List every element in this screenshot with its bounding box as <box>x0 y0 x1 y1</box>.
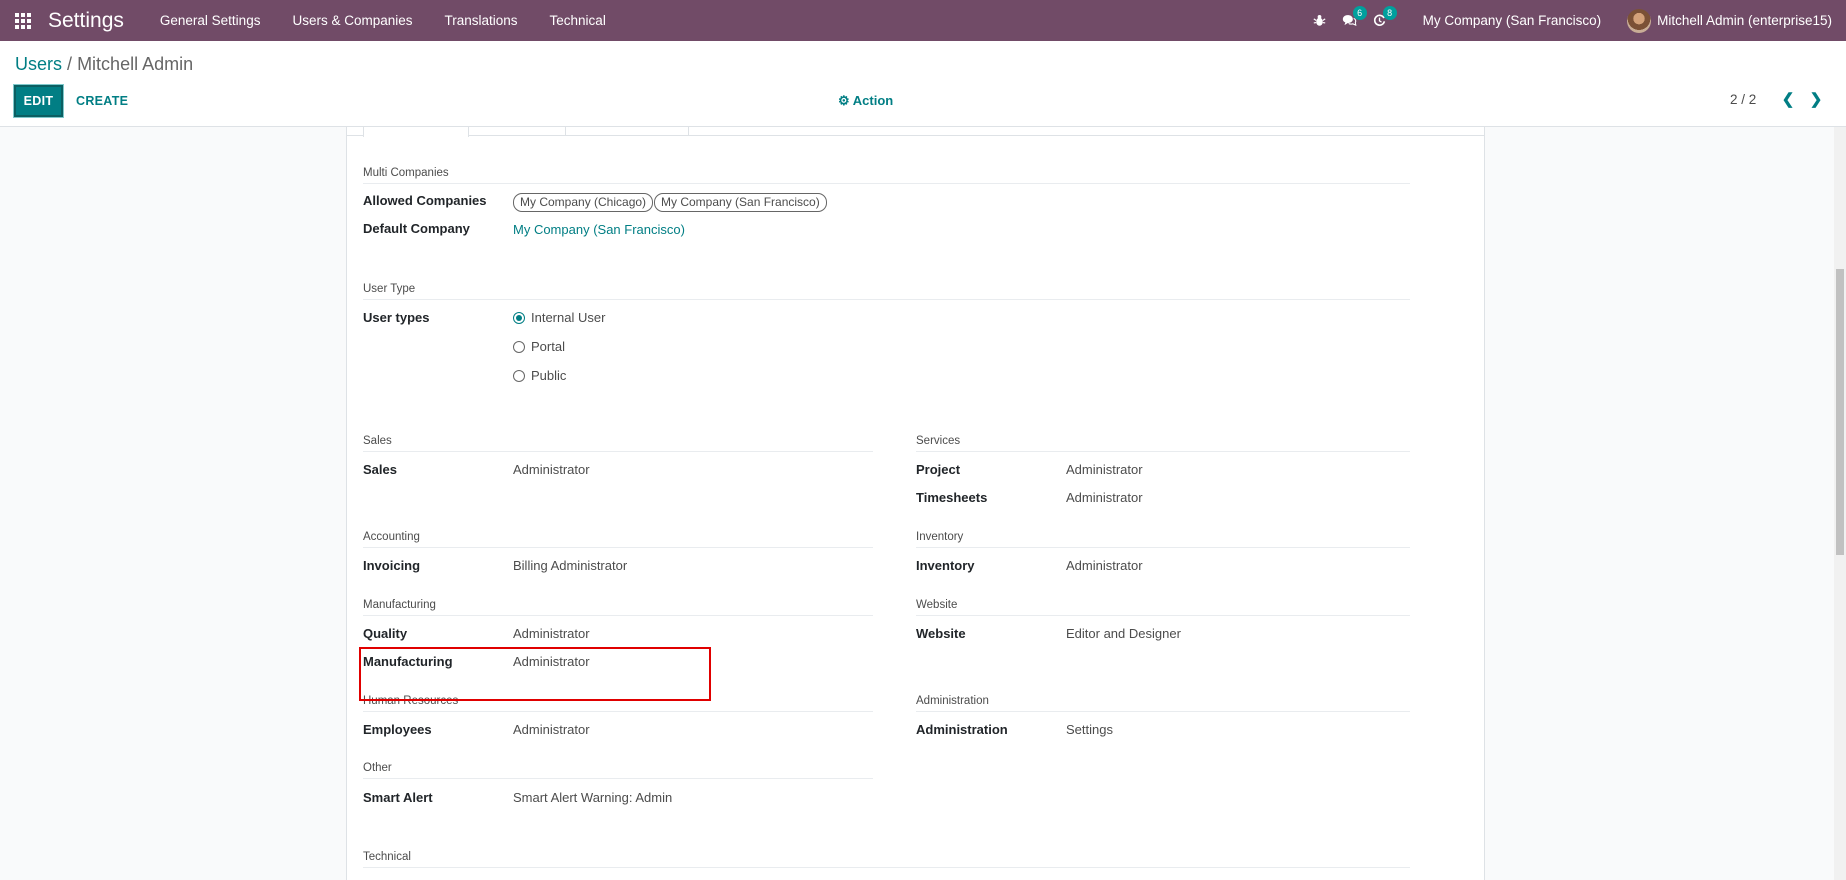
quality-label: Quality <box>363 626 408 641</box>
company-switcher[interactable]: My Company (San Francisco) <box>1395 13 1628 28</box>
group-title-other: Other <box>363 762 873 779</box>
administration-value: Settings <box>1066 722 1113 737</box>
gear-icon: ⚙ <box>838 93 850 108</box>
breadcrumb: Users / Mitchell Admin <box>15 54 193 75</box>
systray: 6 8 My Company (San Francisco) Mitchell … <box>1305 0 1846 41</box>
breadcrumb-users[interactable]: Users <box>15 54 62 74</box>
website-label: Website <box>916 626 966 641</box>
radio-unchecked-icon <box>513 340 525 353</box>
inventory-value: Administrator <box>1066 558 1143 573</box>
app-title[interactable]: Settings <box>48 9 124 33</box>
radio-label: Public <box>531 368 567 383</box>
menu-general-settings[interactable]: General Settings <box>144 0 277 41</box>
activities-badge: 8 <box>1382 6 1397 20</box>
messages-icon[interactable]: 6 <box>1335 0 1367 41</box>
tab-access-rights[interactable] <box>363 127 469 137</box>
user-types-label: User types <box>363 310 430 325</box>
highlight-annotation-box <box>359 647 711 701</box>
group-title-manufacturing: Manufacturing <box>363 599 873 616</box>
group-title-multi-companies: Multi Companies <box>363 167 1410 184</box>
form-sheet: Multi Companies Allowed Companies My Com… <box>346 127 1485 880</box>
menu-translations[interactable]: Translations <box>429 0 534 41</box>
chevron-left-icon[interactable]: ❮ <box>1778 89 1798 111</box>
administration-label: Administration <box>916 722 1008 737</box>
radio-public[interactable]: Public <box>513 368 566 383</box>
project-value: Administrator <box>1066 462 1143 477</box>
avatar <box>1627 8 1652 33</box>
tab-divider <box>688 127 689 136</box>
create-button[interactable]: CREATE <box>76 85 128 117</box>
group-title-technical: Technical <box>363 851 1410 868</box>
tag-company-chicago[interactable]: My Company (Chicago) <box>513 193 654 212</box>
group-title-administration: Administration <box>916 695 1410 712</box>
user-name: Mitchell Admin (enterprise15) <box>1657 13 1832 28</box>
radio-checked-icon <box>513 311 525 324</box>
smart-alert-value: Smart Alert Warning: Admin <box>513 790 673 805</box>
tag-company-san-francisco[interactable]: My Company (San Francisco) <box>654 193 827 212</box>
radio-internal-user[interactable]: Internal User <box>513 310 605 325</box>
form-view: Multi Companies Allowed Companies My Com… <box>0 127 1834 880</box>
smart-alert-label: Smart Alert <box>363 790 433 805</box>
quality-value: Administrator <box>513 626 590 641</box>
breadcrumb-separator: / <box>67 54 73 74</box>
radio-unchecked-icon <box>513 369 525 382</box>
user-menu[interactable]: Mitchell Admin (enterprise15) <box>1627 8 1846 33</box>
project-label: Project <box>916 462 961 477</box>
default-company-label: Default Company <box>363 221 470 236</box>
pager-value[interactable]: 2 / 2 <box>1730 92 1756 107</box>
website-value: Editor and Designer <box>1066 626 1181 641</box>
radio-portal[interactable]: Portal <box>513 339 565 354</box>
group-title-website: Website <box>916 599 1410 616</box>
action-label: Action <box>852 93 894 108</box>
edit-button[interactable]: EDIT <box>14 85 63 117</box>
group-title-accounting: Accounting <box>363 531 873 548</box>
default-company-link[interactable]: My Company (San Francisco) <box>513 222 685 237</box>
radio-label: Portal <box>531 339 565 354</box>
chevron-right-icon[interactable]: ❯ <box>1806 89 1826 111</box>
employees-value: Administrator <box>513 722 590 737</box>
group-title-user-type: User Type <box>363 283 1410 300</box>
activities-clock-icon[interactable]: 8 <box>1365 0 1397 41</box>
tab-divider <box>565 127 566 136</box>
control-panel: Users / Mitchell Admin EDIT CREATE ⚙ Act… <box>0 41 1846 127</box>
timesheets-label: Timesheets <box>916 490 988 505</box>
employees-label: Employees <box>363 722 432 737</box>
group-title-sales: Sales <box>363 435 873 452</box>
top-navbar: Settings General Settings Users & Compan… <box>0 0 1846 41</box>
group-title-inventory: Inventory <box>916 531 1410 548</box>
scrollbar-thumb[interactable] <box>1836 269 1844 555</box>
invoicing-value: Billing Administrator <box>513 558 628 573</box>
action-menu[interactable]: ⚙ Action <box>838 93 893 109</box>
sales-value: Administrator <box>513 462 590 477</box>
timesheets-value: Administrator <box>1066 490 1143 505</box>
menu-users-companies[interactable]: Users & Companies <box>276 0 428 41</box>
main-menu: General Settings Users & Companies Trans… <box>144 0 622 41</box>
bug-icon[interactable] <box>1305 0 1335 41</box>
radio-label: Internal User <box>531 310 606 325</box>
invoicing-label: Invoicing <box>363 558 421 573</box>
menu-technical[interactable]: Technical <box>534 0 622 41</box>
allowed-companies-label: Allowed Companies <box>363 193 487 208</box>
sales-label: Sales <box>363 462 397 477</box>
apps-menu-icon[interactable] <box>0 0 46 41</box>
group-title-services: Services <box>916 435 1410 452</box>
breadcrumb-current: Mitchell Admin <box>77 54 194 74</box>
inventory-label: Inventory <box>916 558 975 573</box>
notebook-tabs <box>347 127 1484 136</box>
